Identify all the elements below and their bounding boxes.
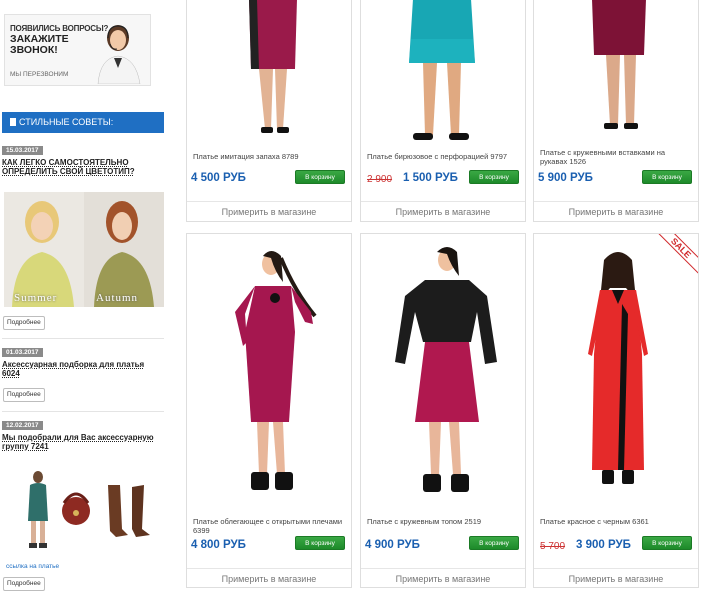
summer-label: Summer	[14, 292, 58, 304]
try-in-store-button[interactable]: Примерить в магазине	[187, 568, 351, 589]
add-to-cart-button[interactable]: В корзину	[642, 170, 692, 184]
more-button[interactable]: Подробнее	[3, 577, 45, 591]
product-price: 4 500 РУБ	[191, 172, 246, 184]
callback-title: ЗАКАЖИТЕ ЗВОНОК!	[10, 33, 69, 56]
sale-badge: SALE	[654, 234, 698, 278]
tips-header: СТИЛЬНЫЕ СОВЕТЫ:	[2, 112, 164, 133]
product-name[interactable]: Платье облегающее с открытыми плечами 63…	[193, 517, 343, 535]
more-button[interactable]: Подробнее	[3, 388, 45, 402]
try-in-store-button[interactable]: Примерить в магазине	[361, 568, 525, 589]
divider	[2, 338, 164, 339]
sale-badge-label: SALE	[654, 234, 698, 277]
add-to-cart-button[interactable]: В корзину	[295, 170, 345, 184]
tip-title[interactable]: Аксессуарная подборка для платья 6024	[2, 360, 162, 378]
colortype-photo[interactable]: Summer Autumn	[4, 192, 164, 307]
product-photo[interactable]	[399, 0, 489, 144]
old-price: 5 700	[540, 541, 566, 552]
add-to-cart-button[interactable]: В корзину	[469, 536, 519, 550]
product-photo[interactable]	[574, 0, 664, 139]
product-price: 4 900 РУБ	[365, 539, 420, 551]
divider	[2, 411, 164, 412]
tip-date: 15.03.2017	[2, 146, 43, 155]
autumn-label: Autumn	[96, 292, 139, 304]
product-price: 5 900 РУБ	[538, 172, 593, 184]
accessory-photo[interactable]	[4, 465, 164, 555]
try-in-store-button[interactable]: Примерить в магазине	[361, 201, 525, 222]
product-name[interactable]: Платье бирюзовое с перфорацией 9797	[367, 152, 517, 161]
add-to-cart-button[interactable]: В корзину	[295, 536, 345, 550]
product-photo[interactable]	[227, 0, 317, 139]
old-price: 2 900	[367, 174, 393, 185]
product-photo[interactable]	[215, 242, 325, 504]
document-icon	[10, 118, 16, 126]
more-button[interactable]: Подробнее	[3, 316, 45, 330]
product-name[interactable]: Платье красное с черным 6361	[540, 517, 690, 526]
callback-banner[interactable]: ПОЯВИЛИСЬ ВОПРОСЫ? ЗАКАЖИТЕ ЗВОНОК! МЫ П…	[4, 14, 151, 86]
tip-title[interactable]: Мы подобрали для Вас аксессуарную группу…	[2, 433, 162, 451]
product-card[interactable]: Платье имитация запаха 8789 4 500 РУБ В …	[186, 0, 352, 222]
sidebar: ПОЯВИЛИСЬ ВОПРОСЫ? ЗАКАЖИТЕ ЗВОНОК! МЫ П…	[0, 0, 166, 600]
add-to-cart-button[interactable]: В корзину	[469, 170, 519, 184]
product-price: 3 900 РУБ	[576, 539, 631, 551]
operator-photo	[97, 25, 141, 84]
product-price: 4 800 РУБ	[191, 539, 246, 551]
product-card[interactable]: SALE Платье красное с черным 6361 5 700 …	[533, 233, 699, 588]
tip-title[interactable]: КАК ЛЕГКО САМОСТОЯТЕЛЬНО ОПРЕДЕЛИТЬ СВОЙ…	[2, 158, 162, 176]
try-in-store-button[interactable]: Примерить в магазине	[534, 201, 698, 222]
product-name[interactable]: Платье с кружевными вставками на рукавах…	[540, 148, 690, 166]
product-card[interactable]: Платье с кружевным топом 2519 4 900 РУБ …	[360, 233, 526, 588]
product-photo[interactable]	[578, 244, 658, 506]
product-name[interactable]: Платье имитация запаха 8789	[193, 152, 343, 161]
tip-date: 12.02.2017	[2, 421, 43, 430]
product-card[interactable]: Платье с кружевными вставками на рукавах…	[533, 0, 699, 222]
colortype-illustration	[4, 192, 164, 307]
dress-link[interactable]: ссылка на платье	[6, 563, 59, 570]
product-card[interactable]: Платье облегающее с открытыми плечами 63…	[186, 233, 352, 588]
add-to-cart-button[interactable]: В корзину	[642, 536, 692, 550]
product-photo[interactable]	[389, 242, 499, 504]
callback-subtitle: МЫ ПЕРЕЗВОНИМ	[10, 71, 69, 78]
tip-date: 01.03.2017	[2, 348, 43, 357]
product-name[interactable]: Платье с кружевным топом 2519	[367, 517, 517, 526]
product-card[interactable]: Платье бирюзовое с перфорацией 9797 2 90…	[360, 0, 526, 222]
try-in-store-button[interactable]: Примерить в магазине	[187, 201, 351, 222]
product-price: 1 500 РУБ	[403, 172, 458, 184]
tips-header-label: СТИЛЬНЫЕ СОВЕТЫ:	[19, 117, 114, 127]
try-in-store-button[interactable]: Примерить в магазине	[534, 568, 698, 589]
